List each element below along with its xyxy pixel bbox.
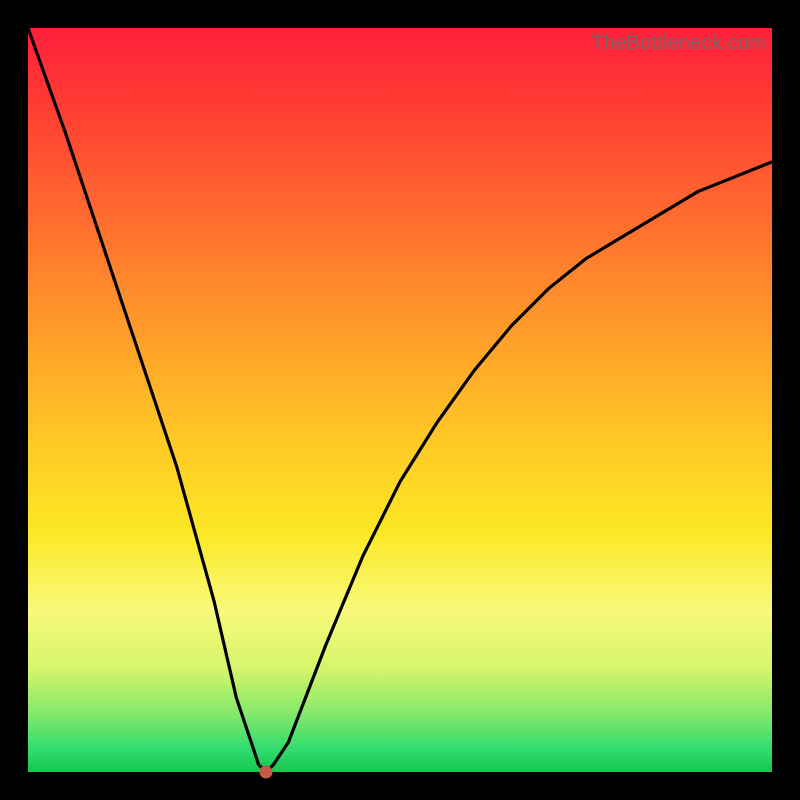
optimum-marker	[260, 766, 273, 779]
curve-path	[28, 28, 772, 772]
bottleneck-curve	[28, 28, 772, 772]
chart-frame: TheBottleneck.com	[0, 0, 800, 800]
plot-area: TheBottleneck.com	[28, 28, 772, 772]
